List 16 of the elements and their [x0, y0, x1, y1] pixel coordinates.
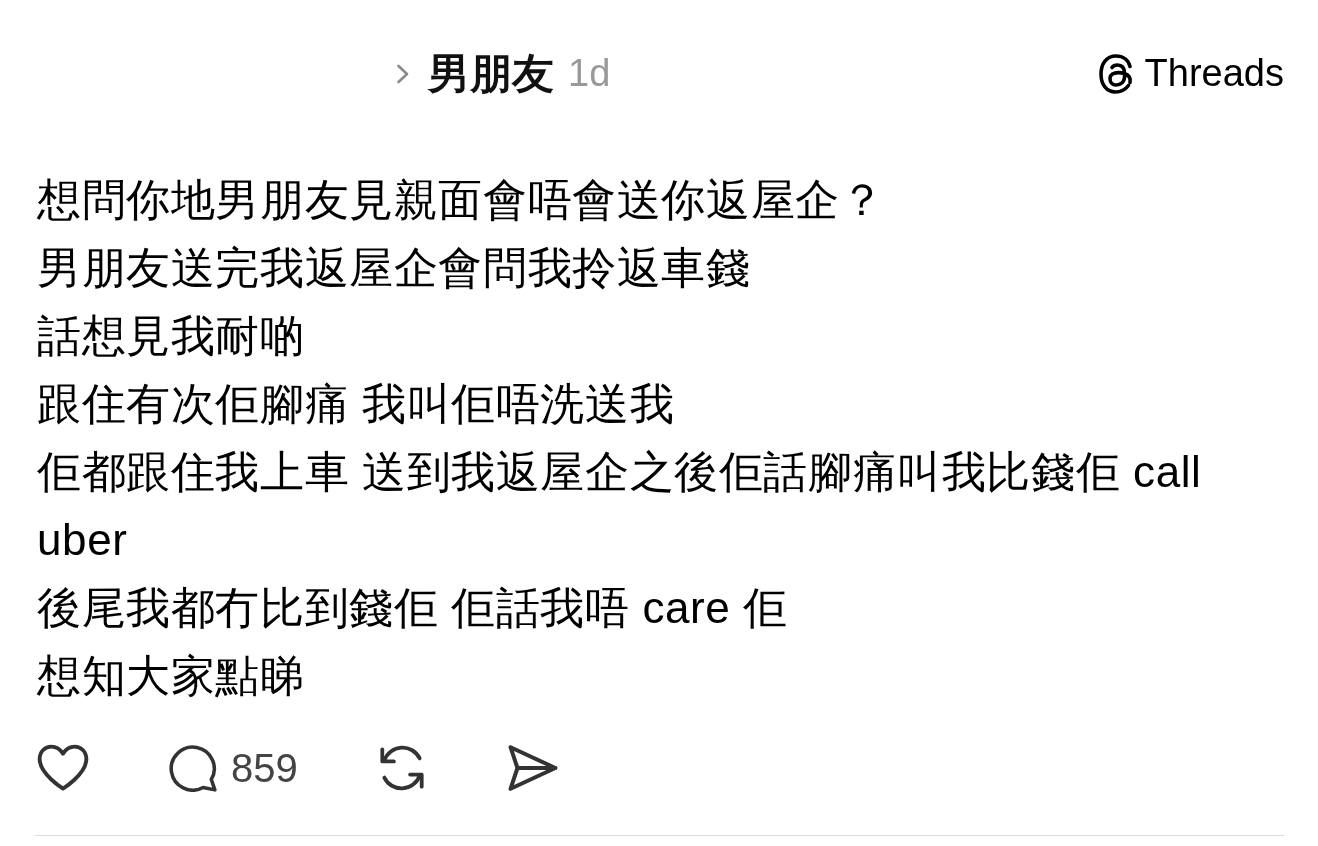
brand-name: Threads — [1144, 51, 1284, 97]
post-line: 跟住有次佢腳痛 我叫佢唔洗送我 — [37, 378, 676, 430]
like-button[interactable] — [37, 744, 89, 792]
breadcrumb-title[interactable]: 男朋友 — [428, 48, 554, 100]
post-line: 想知大家點睇 — [37, 650, 306, 702]
speech-bubble-icon — [167, 744, 219, 792]
post-time: 1d — [568, 51, 611, 97]
post-line: 話想見我耐啲 — [37, 310, 306, 362]
heart-icon — [37, 744, 89, 792]
post-line: 後尾我都冇比到錢佢 佢話我唔 care 佢 — [37, 582, 789, 634]
chevron-right-icon — [396, 63, 410, 85]
reply-button[interactable]: 859 — [167, 744, 298, 792]
logo-icon — [1097, 54, 1134, 94]
post-line: 男朋友送完我返屋企會問我拎返車錢 — [37, 242, 752, 294]
post-line: 想問你地男朋友見親面會唔會送你返屋企？ — [37, 174, 886, 226]
post-line: 佢都跟住我上車 送到我返屋企之後佢話腳痛叫我比錢佢 call uber — [37, 446, 1203, 566]
